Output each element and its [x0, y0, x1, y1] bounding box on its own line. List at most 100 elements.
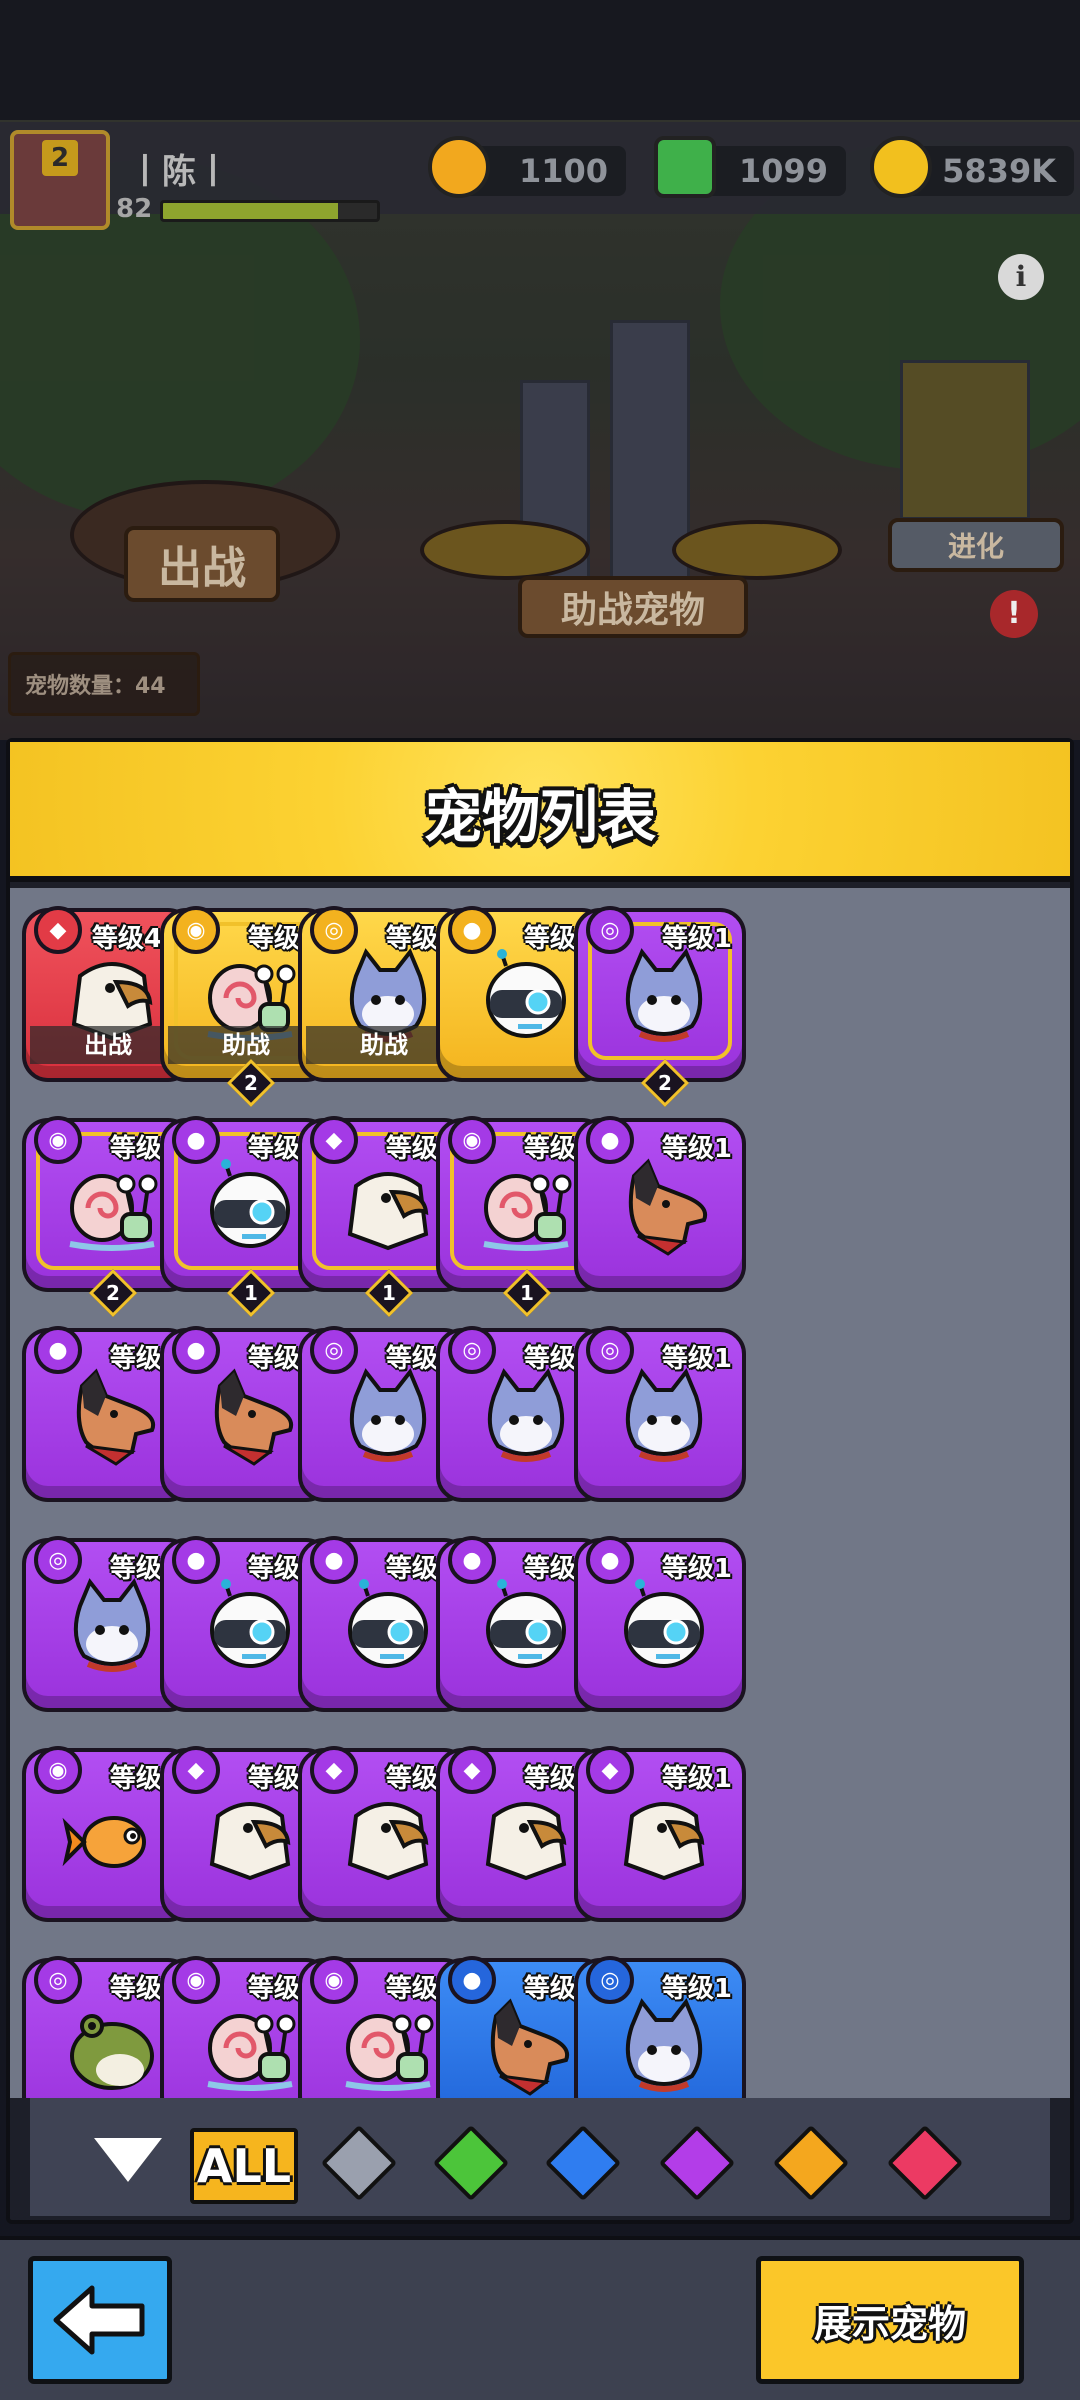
dog-pet-icon	[628, 1158, 707, 1256]
paw-coin-icon	[428, 136, 490, 198]
alert-icon: !	[990, 590, 1038, 638]
star-rank-value: 1	[520, 1281, 534, 1305]
coin-tag-icon: ◎	[310, 906, 358, 954]
eagle-pet-icon	[347, 1802, 429, 1881]
star-rank-badge: 2	[226, 1058, 276, 1108]
pet-card[interactable]: ◆ 等级1	[574, 1746, 746, 1922]
robot-pet-icon	[210, 1159, 290, 1248]
star-rank-value: 2	[658, 1071, 672, 1095]
snail-pet-icon	[483, 1174, 572, 1251]
snail-pet-icon	[69, 1174, 158, 1251]
shell-tag-icon: ◉	[34, 1746, 82, 1794]
eagle-pet-icon	[485, 1802, 567, 1881]
pet-list-screen: 2 丨陈丨 82 1100 1099 5839K i 出战 助战宠物 进化 宠物…	[0, 0, 1080, 2400]
pet-level: 等级1	[661, 1764, 732, 1794]
coin-tag-icon: ◎	[586, 1956, 634, 2004]
panel-title: 宠物列表	[423, 783, 656, 851]
dog-tag-icon: ●	[310, 1536, 358, 1584]
player-name: 丨陈丨	[128, 152, 230, 192]
star-rank-badge: 1	[364, 1268, 414, 1318]
robot-pet-icon	[486, 949, 566, 1038]
pet-grid[interactable]: ◆ 等级45 出战 ◉ 等级1 助战 2 ◎ 等级1 助战 ● 等级1 ◎ 等级1 2 ◉ 等级1 2 ● 等级1 1 ◆…	[10, 888, 1070, 2098]
xp-bar-fill	[163, 203, 339, 219]
snail-pet-icon	[345, 2014, 434, 2091]
pet-card[interactable]: ◎ 等级1 2	[574, 906, 746, 1108]
dog-pet-icon	[490, 1998, 569, 2096]
xp-bar	[160, 200, 380, 222]
cat-pet-icon	[73, 1578, 151, 1672]
robot-pet-icon	[348, 1579, 428, 1668]
dog-pet-icon	[76, 1368, 155, 1466]
eagle-tag-icon: ◆	[448, 1746, 496, 1794]
shell-tag-icon: ◉	[310, 1956, 358, 2004]
dog-tag-icon: ●	[34, 1326, 82, 1374]
pet-card[interactable]: ◎ 等级1	[574, 1956, 746, 2098]
dog-tag-icon: ●	[586, 1116, 634, 1164]
robot-pet-icon	[210, 1579, 290, 1668]
coin-tag-icon: ◎	[448, 1326, 496, 1374]
cat-pet-icon	[349, 1368, 427, 1462]
eagle-tag-icon: ◆	[34, 906, 82, 954]
coin-tag-icon: ◎	[34, 1536, 82, 1584]
filter-all-button[interactable]: ALL	[190, 2128, 298, 2204]
dog-tag-icon: ●	[172, 1326, 220, 1374]
frog-pet-icon	[70, 2014, 154, 2090]
panel-header: 宠物列表	[10, 742, 1070, 882]
pet-level: 等级1	[661, 1134, 732, 1164]
shell-tag-icon: ◉	[172, 906, 220, 954]
green-gem-plus-icon[interactable]	[654, 136, 716, 198]
dog-tag-icon: ●	[172, 1116, 220, 1164]
star-rank-badge: 2	[88, 1268, 138, 1318]
star-rank-value: 2	[106, 1281, 120, 1305]
pet-card[interactable]: ● 等级1	[574, 1116, 746, 1292]
eagle-tag-icon: ◆	[310, 1116, 358, 1164]
dog-tag-icon: ●	[448, 1536, 496, 1584]
dog-tag-icon: ●	[448, 1956, 496, 2004]
pet-count-label: 宠物数量：44	[8, 652, 200, 716]
pet-card[interactable]: ◎ 等级1	[574, 1326, 746, 1502]
back-button[interactable]	[28, 2256, 172, 2384]
coin-tag-icon: ◎	[586, 906, 634, 954]
coin-tag-icon: ◎	[34, 1956, 82, 2004]
eagle-pet-icon	[623, 1802, 705, 1881]
star-rank-value: 2	[244, 1071, 258, 1095]
shell-tag-icon: ◉	[34, 1116, 82, 1164]
star-rank-value: 1	[382, 1281, 396, 1305]
sort-down-arrow-icon[interactable]	[94, 2138, 162, 2182]
eagle-pet-icon	[209, 1802, 291, 1881]
shell-tag-icon: ◉	[172, 1956, 220, 2004]
shell-tag-icon: ◉	[448, 1116, 496, 1164]
star-rank-badge: 1	[226, 1268, 276, 1318]
dog-pet-icon	[214, 1368, 293, 1466]
gold-value: 5839K	[942, 152, 1056, 190]
cat-pet-icon	[625, 1368, 703, 1462]
status-bar	[0, 0, 1080, 120]
back-arrow-icon	[53, 2285, 145, 2355]
dog-tag-icon: ●	[586, 1536, 634, 1584]
pet-level: 等级1	[661, 1344, 732, 1374]
evolve-button[interactable]: 进化	[888, 518, 1064, 572]
dog-tag-icon: ●	[172, 1536, 220, 1584]
snail-pet-icon	[207, 2014, 296, 2091]
pet-level: 等级1	[661, 1974, 732, 2004]
pet-level: 等级1	[661, 924, 732, 954]
pet-level: 等级1	[661, 1554, 732, 1584]
player-level: 82	[116, 194, 153, 224]
eagle-tag-icon: ◆	[310, 1746, 358, 1794]
pet-card[interactable]: ● 等级1	[574, 1536, 746, 1712]
dog-tag-icon: ●	[448, 906, 496, 954]
gold-coin-plus-icon[interactable]	[870, 136, 932, 198]
battle-label: 出战	[124, 526, 280, 602]
info-icon[interactable]: i	[998, 254, 1044, 300]
gem-value: 1099	[738, 152, 828, 190]
cat-pet-icon	[625, 1998, 703, 2092]
coin-tag-icon: ◎	[586, 1326, 634, 1374]
assist-pets-label: 助战宠物	[518, 576, 748, 638]
fish-pet-icon	[62, 1816, 146, 1868]
robot-pet-icon	[624, 1579, 704, 1668]
cat-pet-icon	[487, 1368, 565, 1462]
star-rank-badge: 2	[640, 1058, 690, 1108]
cat-pet-icon	[625, 948, 703, 1042]
show-pets-button[interactable]: 展示宠物	[756, 2256, 1024, 2384]
avatar-level-badge: 2	[42, 140, 78, 176]
